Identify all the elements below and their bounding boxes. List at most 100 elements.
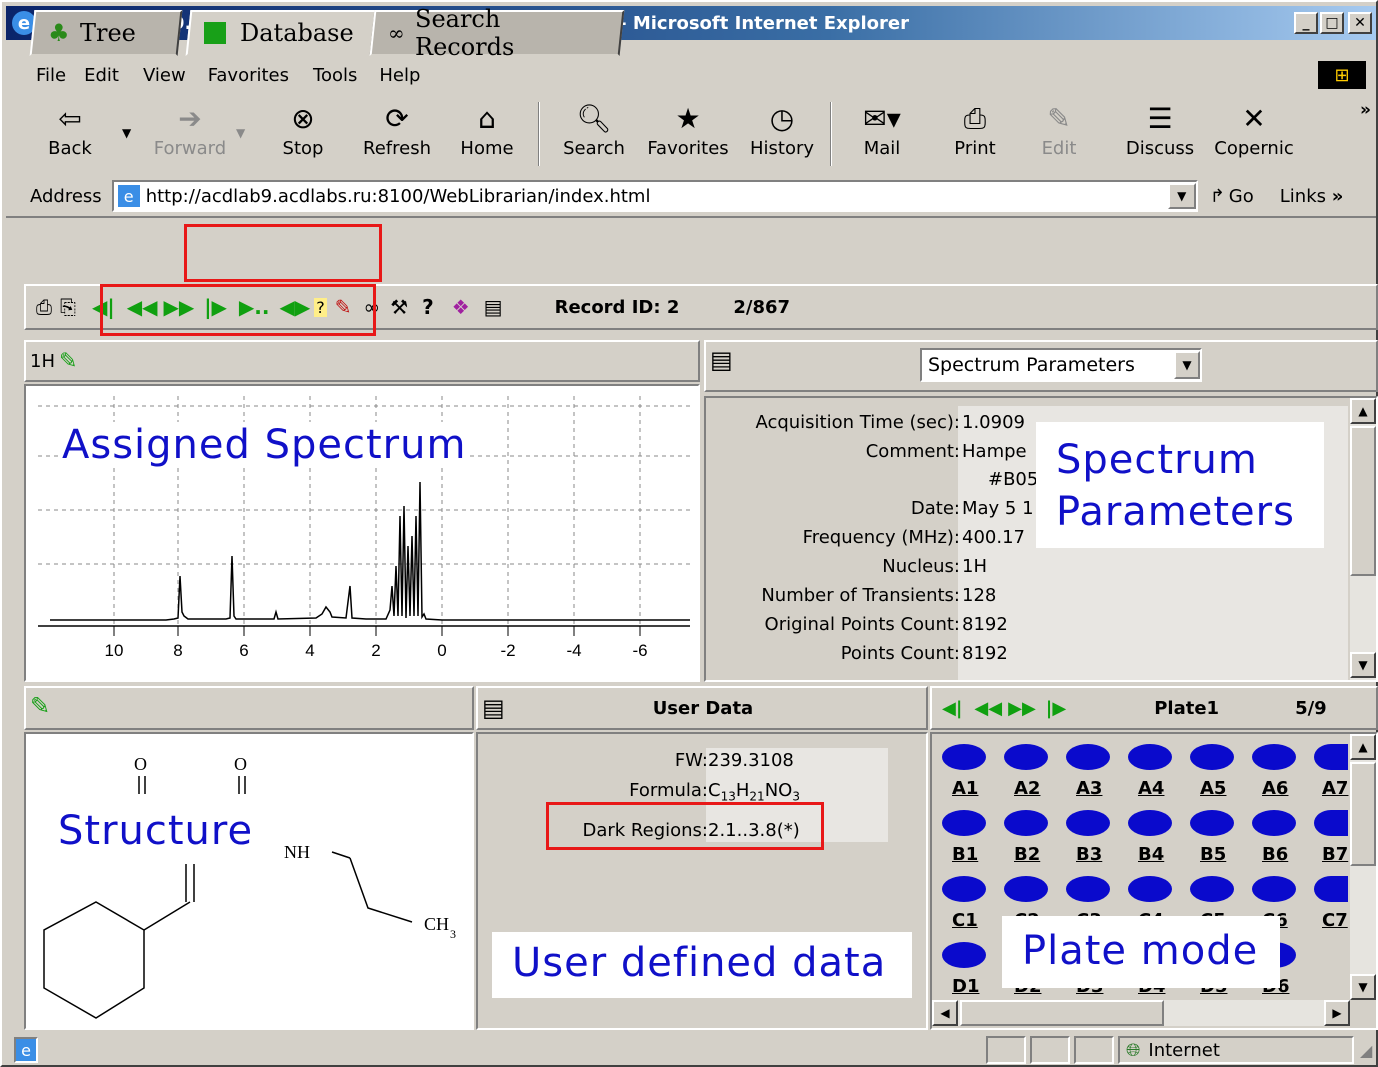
plate-next-icon[interactable]: ▶▶ [1008,698,1036,719]
edit-spectrum-icon[interactable]: ✎ [59,349,77,374]
tab-database[interactable]: Database [185,10,377,56]
search-button[interactable]: 🔍︎ Search [554,102,634,159]
plate-well[interactable] [942,942,986,968]
well-label[interactable]: C7 [1322,910,1348,931]
scroll-down-arrow[interactable]: ▼ [1350,652,1376,678]
edit-structure-icon[interactable]: ✎ [30,692,50,720]
resize-grip-icon[interactable]: ◢ [1360,1041,1372,1060]
back-button[interactable]: ⇦ Back [32,102,108,159]
well-label[interactable]: B3 [1076,844,1102,865]
structure-view[interactable]: O O NH CH 3 [24,732,474,1030]
scroll-down-arrow[interactable]: ▼ [1350,974,1376,1000]
select-all-icon[interactable]: ✎ [335,295,352,319]
close-button[interactable]: ✕ [1348,12,1372,34]
plate-previous-icon[interactable]: ◀◀ [974,698,1002,719]
last-record-icon[interactable]: |▶ [204,295,227,319]
well-label[interactable]: A3 [1076,778,1102,799]
parameters-scrollbar[interactable]: ▲ ▼ [1350,398,1376,680]
scroll-up-arrow[interactable]: ▲ [1350,734,1376,760]
scroll-thumb[interactable] [1350,762,1376,866]
plate-well[interactable] [1314,744,1348,770]
menu-file[interactable]: File [36,65,66,86]
previous-record-icon[interactable]: ◀◀ [127,295,158,319]
plate-well[interactable] [1004,744,1048,770]
plate-well[interactable] [1128,876,1172,902]
menu-favorites[interactable]: Favorites [208,65,289,86]
plate-well[interactable] [942,876,986,902]
scroll-thumb[interactable] [1350,426,1376,576]
address-input[interactable]: e http://acdlab9.acdlabs.ru:8100/WebLibr… [111,180,1198,212]
well-label[interactable]: B7 [1322,844,1348,865]
find-icon[interactable]: ∞ [364,295,381,319]
edit-button[interactable]: ✎ Edit [1026,102,1092,159]
well-label[interactable]: A5 [1200,778,1226,799]
stop-button[interactable]: ⊗ Stop [268,102,338,159]
links-button[interactable]: Links » [1280,186,1344,207]
discuss-button[interactable]: ☰ Discuss [1118,102,1202,159]
scroll-left-arrow[interactable]: ◀ [932,1000,958,1026]
plate-well[interactable] [1252,744,1296,770]
toolbar-more-chevron[interactable]: » [1360,100,1371,120]
menu-tools[interactable]: Tools [313,65,357,86]
maximize-button[interactable]: □ [1320,12,1344,34]
record-number-icon[interactable]: ? [314,297,327,317]
well-label[interactable]: B6 [1262,844,1288,865]
plate-well[interactable] [1004,876,1048,902]
menu-view[interactable]: View [143,65,186,86]
plate-well[interactable] [1066,810,1110,836]
plate-well[interactable] [1190,810,1234,836]
address-dropdown-button[interactable]: ▼ [1167,183,1196,209]
plate-well[interactable] [1314,810,1348,836]
plate-well[interactable] [942,810,986,836]
plate-well[interactable] [1190,876,1234,902]
print-record-icon[interactable]: ⎙ [36,295,52,319]
goto-record-icon[interactable]: ▶.. [239,295,270,319]
properties-icon[interactable]: ▤ [484,295,503,319]
parameters-dropdown[interactable]: Spectrum Parameters ▼ [920,348,1202,382]
well-label[interactable]: A6 [1262,778,1288,799]
tools-icon[interactable]: ⚒ [390,295,408,319]
plate-horizontal-scrollbar[interactable]: ◀ ▶ [932,1000,1350,1026]
history-button[interactable]: ◷ History [742,102,822,159]
first-record-icon[interactable]: ◀| [92,295,115,319]
favorites-button[interactable]: ★ Favorites [640,102,736,159]
scroll-thumb[interactable] [960,1000,1164,1026]
tab-search-records[interactable]: ∞ Search Records [369,5,625,61]
parameters-dropdown-arrow[interactable]: ▼ [1174,351,1200,379]
next-record-icon[interactable]: ▶▶ [163,295,194,319]
refresh-button[interactable]: ⟳ Refresh [354,102,440,159]
well-label[interactable]: A4 [1138,778,1164,799]
well-label[interactable]: C1 [952,910,978,931]
scroll-right-arrow[interactable]: ▶ [1324,1000,1350,1026]
well-label[interactable]: B5 [1200,844,1226,865]
well-label[interactable]: B4 [1138,844,1164,865]
plate-well[interactable] [1066,744,1110,770]
well-label[interactable]: D1 [952,976,979,997]
go-button[interactable]: ↱ Go [1210,186,1254,207]
well-label[interactable]: B1 [952,844,978,865]
plate-last-icon[interactable]: |▶ [1046,698,1066,719]
well-label[interactable]: B2 [1014,844,1040,865]
well-label[interactable]: A1 [952,778,978,799]
forward-dropdown-icon[interactable]: ▼ [236,126,245,140]
plate-well[interactable] [1128,810,1172,836]
forward-button[interactable]: ➔ Forward [142,102,238,159]
well-label[interactable]: A2 [1014,778,1040,799]
menu-edit[interactable]: Edit [84,65,119,86]
export-icon[interactable]: ⎘ [60,295,76,319]
plate-well[interactable] [1190,744,1234,770]
plate-well[interactable] [1252,876,1296,902]
scroll-up-arrow[interactable]: ▲ [1350,398,1376,424]
plate-well[interactable] [1252,810,1296,836]
navigate-both-icon[interactable]: ◀▶ [279,295,310,319]
plate-vertical-scrollbar[interactable]: ▲ ▼ [1350,734,1376,1000]
plate-well[interactable] [942,744,986,770]
home-button[interactable]: ⌂ Home [452,102,522,159]
back-dropdown-icon[interactable]: ▼ [122,126,131,140]
minimize-button[interactable]: _ [1294,12,1318,34]
plate-first-icon[interactable]: ◀| [942,698,962,719]
copernic-button[interactable]: ✕ Copernic [1206,102,1302,159]
menu-help[interactable]: Help [379,65,420,86]
plate-well[interactable] [1066,876,1110,902]
plate-well[interactable] [1004,810,1048,836]
